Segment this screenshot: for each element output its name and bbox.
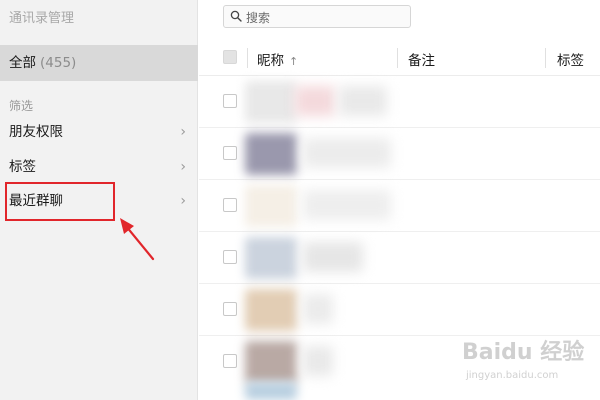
table-row[interactable]: [199, 128, 600, 180]
search-placeholder: 搜索: [246, 11, 271, 25]
avatar: [245, 289, 297, 331]
column-header-nickname[interactable]: 昵称 ↑: [257, 49, 298, 69]
row-checkbox[interactable]: [223, 198, 237, 212]
contacts-manager-window: 通讯录管理 全部 (455) 筛选 朋友权限 › 标签 › 最近群聊 › 搜索 …: [0, 0, 600, 400]
row-checkbox[interactable]: [223, 354, 237, 368]
column-header-remark[interactable]: 备注: [408, 49, 435, 69]
table-row[interactable]: [199, 284, 600, 336]
app-title: 通讯录管理: [9, 11, 75, 26]
watermark-domain: jingyan.baidu.com: [466, 370, 559, 381]
chevron-right-icon: ›: [180, 124, 186, 140]
sort-ascending-icon: ↑: [289, 55, 299, 68]
blurred-name: [339, 86, 387, 116]
row-checkbox[interactable]: [223, 94, 237, 108]
column-divider: [397, 48, 398, 68]
blurred-name: [303, 190, 391, 220]
blurred-name: [303, 346, 333, 376]
column-header-tags[interactable]: 标签: [557, 49, 584, 69]
select-all-checkbox[interactable]: [223, 50, 237, 64]
sidebar-item-label: 全部: [9, 55, 36, 71]
sidebar-item-label: 标签: [9, 159, 36, 175]
row-checkbox[interactable]: [223, 250, 237, 264]
sidebar-item-tags[interactable]: 标签 ›: [0, 150, 198, 184]
contact-count: (455): [40, 55, 77, 71]
sidebar-item-all[interactable]: 全部 (455): [0, 45, 198, 81]
search-icon: [230, 10, 242, 22]
avatar: [245, 382, 297, 400]
column-divider: [545, 48, 546, 68]
blurred-name: [295, 86, 335, 116]
baidu-jingyan-watermark: Baidu 经验 jingyan.baidu.com: [462, 334, 592, 394]
search-input[interactable]: 搜索: [223, 5, 411, 28]
watermark-brand: Baidu 经验: [462, 340, 585, 365]
sidebar-item-friend-permissions[interactable]: 朋友权限 ›: [0, 115, 198, 149]
column-divider: [247, 48, 248, 68]
table-header: 昵称 ↑ 备注 标签: [199, 40, 600, 76]
blurred-name: [303, 242, 363, 272]
chevron-right-icon: ›: [180, 193, 186, 209]
filter-section-label: 筛选: [9, 99, 34, 113]
avatar: [245, 133, 297, 175]
row-checkbox[interactable]: [223, 146, 237, 160]
avatar: [245, 185, 297, 227]
table-row[interactable]: [199, 232, 600, 284]
table-row[interactable]: [199, 180, 600, 232]
sidebar-item-label: 朋友权限: [9, 124, 63, 140]
annotation-highlight-box: [5, 182, 115, 221]
avatar: [245, 81, 297, 123]
avatar: [245, 237, 297, 279]
table-row[interactable]: [199, 76, 600, 128]
blurred-name: [303, 138, 391, 168]
annotation-arrow-icon: [120, 218, 155, 261]
row-checkbox[interactable]: [223, 302, 237, 316]
chevron-right-icon: ›: [180, 159, 186, 175]
avatar: [245, 341, 297, 383]
blurred-name: [303, 294, 333, 324]
